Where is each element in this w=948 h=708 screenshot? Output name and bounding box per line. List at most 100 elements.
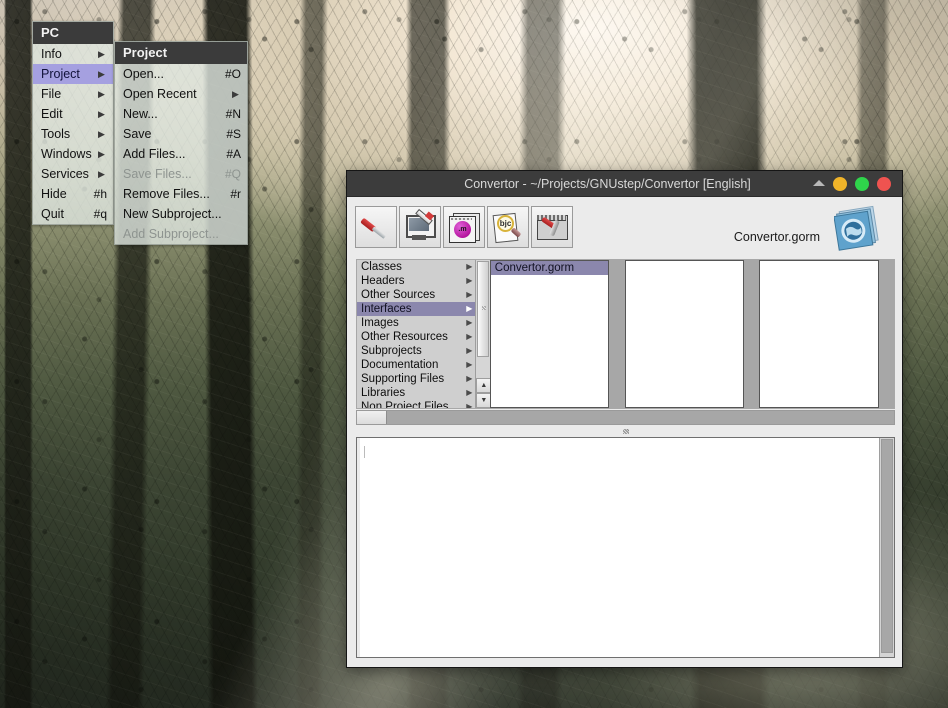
browser-column-detail-1[interactable]	[625, 260, 744, 408]
project-menu[interactable]: Project Open...#OOpen Recent▶New...#NSav…	[114, 41, 248, 245]
menu-item-services[interactable]: Services▶	[33, 164, 113, 184]
menu-item-label: Open...	[123, 64, 215, 84]
miniaturize-icon[interactable]	[812, 177, 825, 190]
menu-item-label: Save	[123, 124, 216, 144]
menu-item-shortcut: #N	[216, 104, 241, 124]
editor-vertical-scrollbar[interactable]	[879, 438, 894, 657]
menu-item-label: Services	[41, 164, 96, 184]
menu-item-shortcut: #A	[216, 144, 241, 164]
browser-row[interactable]: Headers▶	[357, 274, 475, 288]
browser-row[interactable]: Documentation▶	[357, 358, 475, 372]
browser-column-categories[interactable]: Classes▶Headers▶Other Sources▶Interfaces…	[357, 260, 475, 408]
browser-hscroll-track[interactable]	[387, 411, 894, 424]
window-controls	[812, 177, 902, 191]
maximize-button[interactable]	[855, 177, 869, 191]
menu-item-shortcut: #r	[220, 184, 241, 204]
m-file-icon: .m	[448, 211, 480, 243]
browser-row[interactable]: Subprojects▶	[357, 344, 475, 358]
project-browser[interactable]: Classes▶Headers▶Other Sources▶Interfaces…	[356, 259, 895, 409]
menu-item-label: New...	[123, 104, 216, 124]
menu-item-project[interactable]: Project▶	[33, 64, 113, 84]
menu-item-edit[interactable]: Edit▶	[33, 104, 113, 124]
menu-item-hide[interactable]: Hide#h	[33, 184, 113, 204]
browser-row[interactable]: Non Project Files▶	[357, 400, 475, 408]
browser-row-label: Other Resources	[361, 330, 463, 344]
screwdriver-icon	[360, 211, 392, 243]
menu-item-shortcut: #S	[216, 124, 241, 144]
browser-column-interfaces-rows: Convertor.gorm	[491, 261, 608, 407]
project-menu-item-new[interactable]: New...#N	[115, 104, 247, 124]
browser-row[interactable]: Other Sources▶	[357, 288, 475, 302]
editor-scrollbar-knob[interactable]	[881, 439, 893, 653]
browser-row-label: Headers	[361, 274, 463, 288]
browser-row-arrow-icon: ▶	[463, 288, 475, 302]
project-menu-title: Project	[115, 42, 247, 64]
minimize-button[interactable]	[833, 177, 847, 191]
browser-column-scrollbar[interactable]: ▲ ▼	[475, 260, 489, 408]
projectcenter-window[interactable]: Convertor - ~/Projects/GNUstep/Convertor…	[346, 170, 903, 668]
browser-row[interactable]: Classes▶	[357, 260, 475, 274]
submenu-arrow-icon: ▶	[96, 124, 107, 144]
project-menu-item-new-subproject[interactable]: New Subproject...	[115, 204, 247, 224]
window-title: Convertor - ~/Projects/GNUstep/Convertor…	[347, 177, 812, 191]
menu-item-shortcut: #O	[215, 64, 241, 84]
menu-item-label: Remove Files...	[123, 184, 220, 204]
browser-row-arrow-icon: ▶	[463, 330, 475, 344]
project-menu-item-add-files[interactable]: Add Files...#A	[115, 144, 247, 164]
browser-hscroll-knob[interactable]	[357, 411, 387, 424]
browser-row-label: Subprojects	[361, 344, 463, 358]
menu-item-shortcut: #Q	[215, 164, 241, 184]
toolbar-button-interface-tool[interactable]	[399, 206, 441, 248]
browser-row-label: Other Sources	[361, 288, 463, 302]
toolbar-button-build-tool[interactable]	[355, 206, 397, 248]
submenu-arrow-icon: ▶	[96, 64, 107, 84]
browser-row-label: Interfaces	[361, 302, 463, 316]
main-menu[interactable]: PC Info▶Project▶File▶Edit▶Tools▶Windows▶…	[32, 21, 114, 225]
project-menu-item-open[interactable]: Open...#O	[115, 64, 247, 84]
browser-row[interactable]: Supporting Files▶	[357, 372, 475, 386]
browser-row-label: Convertor.gorm	[495, 261, 608, 275]
browser-row[interactable]: Convertor.gorm	[491, 261, 608, 275]
browser-row[interactable]: Other Resources▶	[357, 330, 475, 344]
splitview-handle[interactable]	[356, 427, 895, 435]
menu-item-shortcut: #q	[84, 204, 107, 224]
menu-item-label: Info	[41, 44, 96, 64]
menu-item-quit[interactable]: Quit#q	[33, 204, 113, 224]
project-menu-item-save[interactable]: Save#S	[115, 124, 247, 144]
toolbar-button-source-tool[interactable]: .m	[443, 206, 485, 248]
browser-row-arrow-icon: ▶	[463, 400, 475, 408]
browser-row[interactable]: Images▶	[357, 316, 475, 330]
editor-pane[interactable]	[356, 437, 895, 658]
editor-text-area[interactable]	[360, 438, 879, 657]
gorm-document-icon	[834, 205, 882, 251]
submenu-arrow-icon: ▶	[96, 44, 107, 64]
menu-item-info[interactable]: Info▶	[33, 44, 113, 64]
menu-item-label: Open Recent	[123, 84, 230, 104]
project-menu-items: Open...#OOpen Recent▶New...#NSave#SAdd F…	[115, 64, 247, 244]
toolbar-button-inspector-tool[interactable]	[531, 206, 573, 248]
magnifier-icon: bjc	[492, 211, 524, 243]
browser-horizontal-scrollbar[interactable]	[356, 410, 895, 425]
menu-item-label: Hide	[41, 184, 84, 204]
browser-column-interfaces[interactable]: Convertor.gorm	[490, 260, 609, 408]
project-menu-item-remove-files[interactable]: Remove Files...#r	[115, 184, 247, 204]
browser-row-arrow-icon: ▶	[463, 372, 475, 386]
browser-column-detail-2[interactable]	[759, 260, 878, 408]
window-titlebar[interactable]: Convertor - ~/Projects/GNUstep/Convertor…	[347, 171, 902, 197]
scrollbar-knob[interactable]	[477, 261, 489, 357]
project-menu-item-open-recent[interactable]: Open Recent▶	[115, 84, 247, 104]
m-file-badge: .m	[454, 221, 471, 238]
menu-item-label: Windows	[41, 144, 96, 164]
browser-row[interactable]: Interfaces▶	[357, 302, 475, 316]
window-toolbar[interactable]: .m bjc Convertor.gorm	[347, 197, 902, 257]
browser-row-label: Images	[361, 316, 463, 330]
menu-item-tools[interactable]: Tools▶	[33, 124, 113, 144]
menu-item-windows[interactable]: Windows▶	[33, 144, 113, 164]
browser-row[interactable]: Libraries▶	[357, 386, 475, 400]
browser-row-arrow-icon: ▶	[463, 386, 475, 400]
browser-row-arrow-icon: ▶	[463, 316, 475, 330]
close-button[interactable]	[877, 177, 891, 191]
menu-item-file[interactable]: File▶	[33, 84, 113, 104]
menu-item-label: Project	[41, 64, 96, 84]
toolbar-button-find-tool[interactable]: bjc	[487, 206, 529, 248]
